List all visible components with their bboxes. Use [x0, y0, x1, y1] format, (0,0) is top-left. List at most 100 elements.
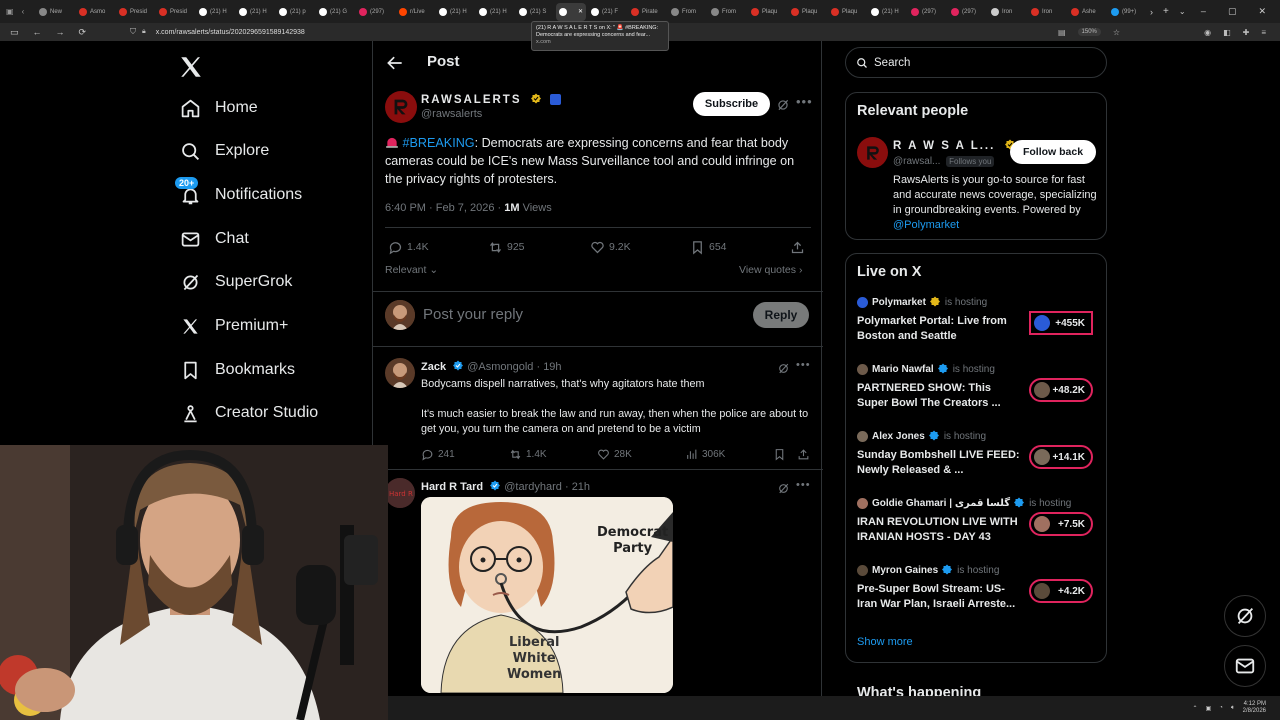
bookmark-action[interactable]: 654: [690, 240, 727, 255]
repost-action[interactable]: 1.4K: [509, 448, 547, 461]
close-tab-icon[interactable]: ✕: [578, 8, 583, 15]
lock-icon[interactable]: 🔒︎: [142, 28, 146, 36]
browser-tab[interactable]: Asmo: [76, 3, 114, 21]
sort-dropdown[interactable]: Relevant ⌄: [385, 264, 438, 276]
tray-app-icon[interactable]: ▣: [1206, 705, 1212, 712]
avatar[interactable]: [857, 430, 868, 442]
browser-tab[interactable]: Plaqu: [748, 3, 786, 21]
search-input[interactable]: Search: [845, 47, 1107, 78]
avatar[interactable]: [857, 137, 888, 168]
reply-tweet[interactable]: Zack @Asmongold · 19h ••• Bodycams dispe…: [373, 358, 823, 464]
nav-item-chat[interactable]: Chat: [178, 224, 358, 254]
browser-tab[interactable]: r/Live: [396, 3, 434, 21]
reply-image[interactable]: Democrat Party Liberal White Women: [421, 497, 673, 693]
live-host-name[interactable]: Polymarket: [872, 297, 926, 308]
reply-author-name[interactable]: Zack: [421, 361, 446, 373]
post-timestamp[interactable]: 6:40 PM · Feb 7, 2026 ·: [385, 202, 504, 214]
share-action[interactable]: [797, 448, 810, 461]
live-host-name[interactable]: Alex Jones: [872, 431, 925, 442]
author-handle[interactable]: @rawsalerts: [421, 108, 482, 120]
x-logo-icon[interactable]: [178, 54, 204, 80]
more-icon[interactable]: •••: [796, 479, 811, 491]
avatar[interactable]: [857, 564, 868, 576]
tab-scroll-right-icon[interactable]: ›: [1150, 7, 1153, 17]
live-title[interactable]: Sunday Bombshell LIVE FEED: Newly Releas…: [857, 448, 1022, 478]
browser-tab[interactable]: ✕: [556, 2, 586, 21]
minimize-icon[interactable]: –: [1201, 6, 1206, 17]
browser-tab[interactable]: Pirate: [628, 3, 666, 21]
live-listener-count[interactable]: +455K: [1029, 311, 1093, 335]
star-icon[interactable]: ☆: [1113, 28, 1120, 37]
hashtag-link[interactable]: #BREAKING: [403, 136, 475, 150]
browser-tab[interactable]: (21) H: [868, 3, 906, 21]
browser-tab[interactable]: Iron: [988, 3, 1026, 21]
browser-tab[interactable]: Iron: [1028, 3, 1066, 21]
browser-tab[interactable]: (21) H: [236, 3, 274, 21]
tab-back-icon[interactable]: ‹: [22, 7, 25, 16]
nav-item-supergrok[interactable]: SuperGrok: [178, 267, 358, 297]
browser-tab[interactable]: (21) H: [196, 3, 234, 21]
maximize-icon[interactable]: ▢: [1228, 6, 1237, 17]
browser-tab[interactable]: (99+): [1108, 3, 1146, 21]
reply-input[interactable]: Post your reply: [423, 306, 523, 323]
live-listener-count[interactable]: +48.2K: [1029, 378, 1093, 402]
browser-tab[interactable]: From: [668, 3, 706, 21]
live-title[interactable]: PARTNERED SHOW: This Super Bowl The Crea…: [857, 381, 1022, 411]
tab-menu-icon[interactable]: ▣: [6, 7, 14, 16]
browser-tab[interactable]: New: [36, 3, 74, 21]
clock[interactable]: 4:12 PM 2/8/2026: [1243, 701, 1266, 715]
account-icon[interactable]: ◉: [1204, 28, 1211, 37]
browser-tab[interactable]: Presid: [156, 3, 194, 21]
browser-tab[interactable]: Ashe: [1068, 3, 1106, 21]
reader-icon[interactable]: ▤: [1058, 28, 1066, 37]
nav-item-premium[interactable]: Premium+: [178, 311, 358, 341]
forward-icon[interactable]: →: [56, 27, 65, 38]
reply-button[interactable]: Reply: [753, 302, 809, 328]
network-icon[interactable]: ◔: [1219, 705, 1223, 711]
tab-list-icon[interactable]: ⌄: [1179, 7, 1186, 16]
zoom-level[interactable]: 150%: [1077, 28, 1101, 36]
menu-icon[interactable]: ≡: [1261, 28, 1266, 37]
avatar[interactable]: [857, 296, 868, 308]
grok-icon[interactable]: [776, 98, 790, 112]
live-host-name[interactable]: Goldie Ghamari | گلسا قمری: [872, 498, 1010, 509]
avatar[interactable]: [857, 497, 868, 509]
show-more-link[interactable]: Show more: [857, 636, 913, 648]
nav-item-notifications[interactable]: 20+ Notifications: [175, 177, 358, 210]
back-icon[interactable]: ←: [33, 27, 42, 38]
reply-tweet[interactable]: Hard R Hard R Tard @tardyhard · 21h •••: [373, 478, 823, 698]
reply-time[interactable]: · 21h: [565, 481, 590, 493]
browser-tab[interactable]: Plaqu: [828, 3, 866, 21]
browser-tab[interactable]: (297): [908, 3, 946, 21]
nav-item-creator-studio[interactable]: Creator Studio: [178, 398, 358, 428]
reply-author-handle[interactable]: @Asmongold: [467, 361, 533, 373]
live-title[interactable]: IRAN REVOLUTION LIVE WITH IRANIAN HOSTS …: [857, 515, 1022, 545]
browser-tab[interactable]: Plaqu: [788, 3, 826, 21]
new-tab-icon[interactable]: +: [1163, 6, 1169, 17]
back-arrow-icon[interactable]: [385, 53, 405, 73]
repost-action[interactable]: 925: [488, 240, 525, 255]
live-title[interactable]: Pre-Super Bowl Stream: US-Iran War Plan,…: [857, 582, 1022, 612]
nav-item-explore[interactable]: Explore: [178, 136, 358, 166]
live-listener-count[interactable]: +4.2K: [1029, 579, 1093, 603]
author-name[interactable]: RAWSALERTS: [421, 93, 561, 106]
browser-tab[interactable]: (21) p: [276, 3, 314, 21]
reload-icon[interactable]: ⟳: [79, 27, 87, 38]
share-action[interactable]: [790, 240, 805, 255]
browser-tab[interactable]: (21) H: [476, 3, 514, 21]
browser-tab[interactable]: (21) S: [516, 3, 554, 21]
person-handle[interactable]: @rawsal...: [893, 156, 940, 167]
close-window-icon[interactable]: ✕: [1258, 6, 1266, 17]
shield-icon[interactable]: ⛉: [130, 27, 136, 37]
sidebar-toggle-icon[interactable]: ▭: [10, 27, 19, 38]
browser-tab[interactable]: From: [708, 3, 746, 21]
avatar[interactable]: [385, 358, 415, 388]
grok-icon[interactable]: [777, 362, 790, 375]
avatar[interactable]: [857, 363, 868, 375]
views-action[interactable]: 306K: [685, 448, 725, 461]
avatar[interactable]: Hard R: [385, 478, 415, 508]
grok-float-button[interactable]: [1224, 595, 1266, 637]
browser-tab[interactable]: (297): [356, 3, 394, 21]
reply-action[interactable]: 1.4K: [388, 240, 429, 255]
reply-time[interactable]: · 19h: [536, 361, 561, 373]
